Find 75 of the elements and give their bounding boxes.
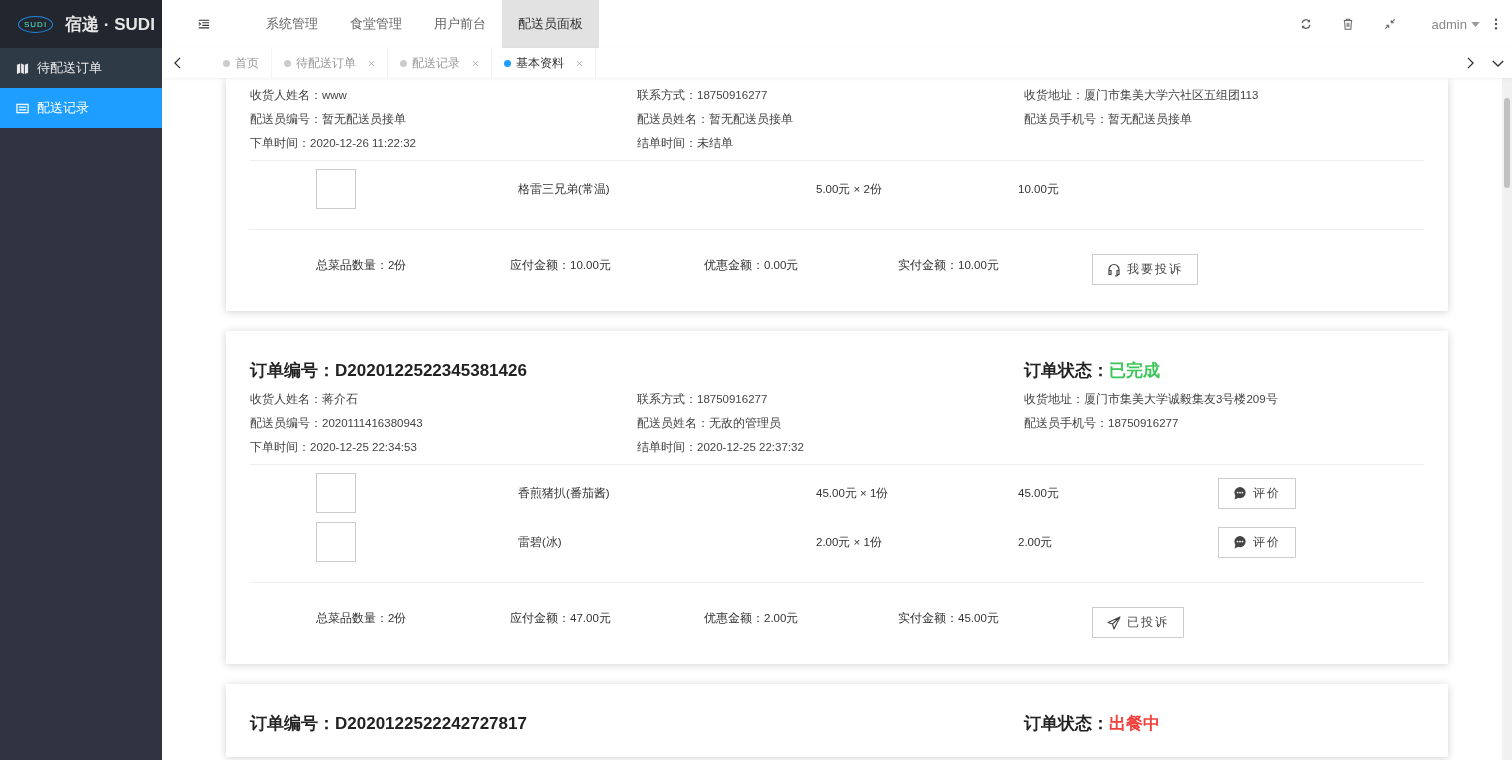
dish-subtotal: 45.00元 (1018, 485, 1060, 501)
more-icon[interactable] (1494, 18, 1498, 30)
dot-icon (284, 59, 291, 67)
info-field: 收货地址：厦门市集美大学六社区五组团113 (1024, 88, 1424, 102)
broken-image-placeholder (316, 522, 356, 562)
sidebar-item[interactable]: 待配送订单 (0, 48, 162, 88)
tab-label: 基本资料 (516, 54, 564, 72)
order-status: 订单状态：已完成 (1024, 360, 1161, 382)
dish-name: 雷碧(冰) (518, 534, 563, 550)
review-button[interactable]: 评价 (1218, 477, 1296, 509)
user-menu[interactable]: admin (1431, 16, 1480, 32)
dish-price: 5.00元 × 2份 (816, 181, 883, 197)
total-field: 应付金额：10.00元 (510, 258, 704, 273)
dot-icon (400, 59, 407, 67)
chevron-right-icon[interactable] (1467, 57, 1474, 69)
nav-tab[interactable]: 用户前台 (418, 0, 502, 48)
nav-tab[interactable]: 系统管理 (250, 0, 334, 48)
info-field: 结单时间：2020-12-25 22:37:32 (637, 440, 1024, 454)
info-field: 结单时间：未结单 (637, 136, 1024, 150)
order-status: 订单状态：出餐中 (1024, 713, 1161, 735)
chevron-left-icon[interactable] (174, 57, 181, 69)
order-number: 订单编号：D2020122522242727817 (250, 713, 528, 735)
total-field: 总菜品数量：2份 (316, 258, 510, 273)
headset-icon (1107, 262, 1121, 277)
info-field: 配送员姓名：无敌的管理员 (637, 416, 1024, 430)
refresh-icon[interactable] (1299, 18, 1312, 30)
tab-label: 首页 (235, 54, 259, 72)
total-field: 优惠金额：0.00元 (704, 258, 898, 273)
tab-label: 配送记录 (412, 54, 460, 72)
dish-subtotal: 10.00元 (1018, 181, 1060, 197)
info-field: 下单时间：2020-12-25 22:34:53 (250, 440, 637, 454)
list-icon (16, 101, 29, 115)
info-field: 配送员编号：暂无配送员接单 (250, 112, 637, 126)
info-field: 收货地址：厦门市集美大学诚毅集友3号楼209号 (1024, 392, 1424, 406)
chevron-down-icon[interactable] (1492, 59, 1504, 67)
trash-icon[interactable] (1341, 18, 1354, 30)
broken-image-placeholder (316, 169, 356, 209)
menu-icon[interactable] (198, 18, 210, 30)
compress-icon[interactable] (1383, 18, 1396, 30)
caret-icon (1471, 21, 1480, 27)
total-field: 优惠金额：2.00元 (704, 611, 898, 626)
dish-price: 45.00元 × 1份 (816, 485, 890, 501)
total-field: 实付金额：10.00元 (898, 258, 1092, 273)
total-field: 总菜品数量：2份 (316, 611, 510, 626)
info-field: 配送员手机号：暂无配送员接单 (1024, 112, 1424, 126)
order-number: 订单编号：D2020122522345381426 (250, 360, 528, 382)
info-field: 收货人姓名：蒋介石 (250, 392, 637, 406)
nav-tab[interactable]: 配送员面板 (502, 0, 599, 48)
info-field: 下单时间：2020-12-26 11:22:32 (250, 136, 637, 150)
dish-name: 格雷三兄弟(常温) (518, 181, 611, 197)
review-button[interactable]: 评价 (1218, 526, 1296, 558)
broken-image-placeholder (316, 473, 356, 513)
dish-subtotal: 2.00元 (1018, 534, 1054, 550)
info-field: 收货人姓名：www (250, 88, 637, 102)
map-icon (16, 61, 29, 75)
dish-name: 香煎猪扒(番茄酱) (518, 485, 611, 501)
chat-icon (1233, 486, 1247, 500)
info-field: 配送员手机号：18750916277 (1024, 416, 1424, 430)
dot-icon (504, 59, 511, 67)
total-field: 应付金额：47.00元 (510, 611, 704, 626)
tab-label: 待配送订单 (296, 54, 356, 72)
paper-plane-icon (1107, 615, 1121, 630)
info-field: 联系方式：18750916277 (637, 392, 1024, 406)
info-field: 配送员姓名：暂无配送员接单 (637, 112, 1024, 126)
dot-icon (223, 59, 230, 67)
dish-price: 2.00元 × 1份 (816, 534, 883, 550)
total-field: 实付金额：45.00元 (898, 611, 1092, 626)
info-field: 联系方式：18750916277 (637, 88, 1024, 102)
scrollbar[interactable] (1502, 78, 1512, 760)
info-field: 配送员编号：2020111416380943 (250, 416, 637, 430)
complaint-button[interactable]: 我要投诉 (1092, 254, 1198, 285)
nav-tab[interactable]: 食堂管理 (334, 0, 418, 48)
complaint-button[interactable]: 已投诉 (1092, 607, 1184, 638)
chat-icon (1233, 535, 1247, 549)
app-title: 宿递 · SUDI (65, 13, 155, 36)
